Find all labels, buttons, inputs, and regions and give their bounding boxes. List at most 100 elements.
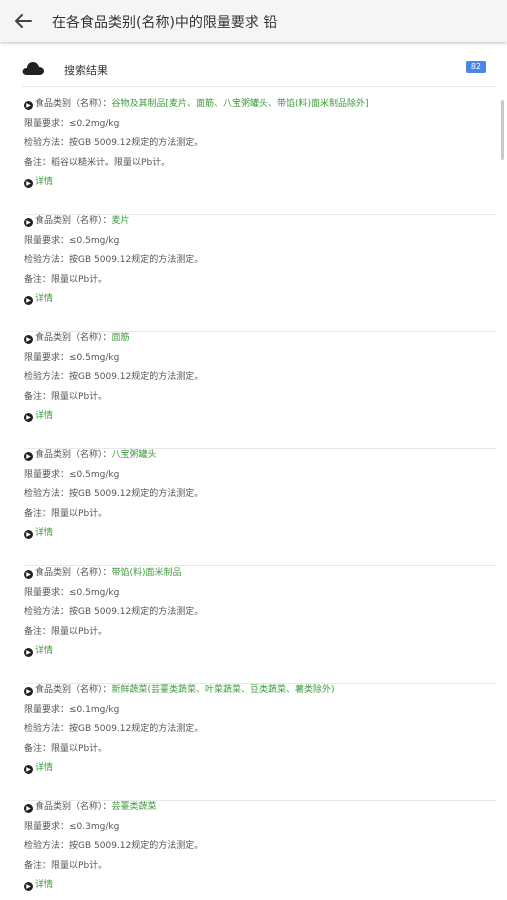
- note-line: 备注：限量以Pb计。: [24, 273, 107, 287]
- method-label: 检验方法：: [24, 724, 70, 734]
- limit-line: 限量要求：≤0.3mg/kg: [24, 820, 119, 834]
- info-bullet-icon: ▶: [24, 687, 33, 696]
- method-value: 按GB 5009.12规定的方法测定。: [69, 724, 204, 734]
- results-label: 搜索结果: [64, 64, 108, 77]
- detail-label: 详情: [35, 763, 54, 773]
- category-value: 面筋: [111, 333, 130, 343]
- note-label: 备注：: [24, 275, 52, 285]
- note-value: 限量以Pb计。: [51, 744, 108, 754]
- info-bullet-icon: ▶: [24, 335, 33, 344]
- category-label: 食品类别（名称）：: [35, 99, 112, 109]
- method-label: 检验方法：: [24, 138, 70, 148]
- limit-value: ≤0.5mg/kg: [69, 588, 120, 598]
- back-arrow-icon: [15, 14, 32, 28]
- detail-link[interactable]: ▶ 详情: [24, 761, 53, 775]
- note-value: 限量以Pb计。: [51, 392, 108, 402]
- category-label: 食品类别（名称）：: [35, 568, 112, 578]
- note-line: 备注：限量以Pb计。: [24, 742, 107, 756]
- detail-link[interactable]: ▶ 详情: [24, 526, 53, 540]
- detail-label: 详情: [35, 294, 54, 304]
- category-line: ▶ 食品类别（名称）：新鲜蔬菜(芸薹类蔬菜、叶菜蔬菜、豆类蔬菜、薯类除外): [24, 683, 335, 697]
- method-value: 按GB 5009.12规定的方法测定。: [69, 372, 204, 382]
- limit-value: ≤0.5mg/kg: [69, 236, 120, 246]
- expand-icon: ▶: [24, 882, 33, 891]
- limit-label: 限量要求：: [24, 705, 70, 715]
- detail-label: 详情: [35, 646, 54, 656]
- category-line: ▶ 食品类别（名称）：谷物及其制品[麦片、面筋、八宝粥罐头、带馅(料)面米制品除外…: [24, 97, 369, 111]
- list-item: ▶ 食品类别（名称）：谷物及其制品[麦片、面筋、八宝粥罐头、带馅(料)面米制品除外…: [24, 97, 496, 215]
- method-line: 检验方法：按GB 5009.12规定的方法测定。: [24, 487, 203, 501]
- list-item: ▶ 食品类别（名称）：麦片 限量要求：≤0.5mg/kg 检验方法：按GB 500…: [24, 214, 496, 332]
- detail-link[interactable]: ▶ 详情: [24, 644, 53, 658]
- category-value: 八宝粥罐头: [111, 450, 157, 460]
- method-line: 检验方法：按GB 5009.12规定的方法测定。: [24, 722, 203, 736]
- detail-label: 详情: [35, 880, 54, 890]
- method-line: 检验方法：按GB 5009.12规定的方法测定。: [24, 839, 203, 853]
- method-line: 检验方法：按GB 5009.12规定的方法测定。: [24, 253, 203, 267]
- limit-label: 限量要求：: [24, 470, 70, 480]
- detail-link[interactable]: ▶ 详情: [24, 175, 53, 189]
- list-item: ▶ 食品类别（名称）：带馅(料)面米制品 限量要求：≤0.5mg/kg 检验方法：…: [24, 566, 496, 684]
- method-label: 检验方法：: [24, 489, 70, 499]
- detail-link[interactable]: ▶ 详情: [24, 292, 53, 306]
- limit-line: 限量要求：≤0.5mg/kg: [24, 234, 119, 248]
- note-line: 备注：限量以Pb计。: [24, 507, 107, 521]
- info-bullet-icon: ▶: [24, 452, 33, 461]
- category-line: ▶ 食品类别（名称）：带馅(料)面米制品: [24, 566, 182, 580]
- limit-line: 限量要求：≤0.2mg/kg: [24, 117, 119, 131]
- info-bullet-icon: ▶: [24, 218, 33, 227]
- note-value: 限量以Pb计。: [51, 275, 108, 285]
- expand-icon: ▶: [24, 413, 33, 422]
- detail-link[interactable]: ▶ 详情: [24, 878, 53, 892]
- list-item: ▶ 食品类别（名称）：面筋 限量要求：≤0.5mg/kg 检验方法：按GB 500…: [24, 331, 496, 449]
- category-line: ▶ 食品类别（名称）：八宝粥罐头: [24, 448, 157, 462]
- note-label: 备注：: [24, 861, 52, 871]
- method-label: 检验方法：: [24, 372, 70, 382]
- category-line: ▶ 食品类别（名称）：面筋: [24, 331, 130, 345]
- scrollbar[interactable]: [501, 100, 504, 160]
- category-value: 谷物及其制品[麦片、面筋、八宝粥罐头、带馅(料)面米制品除外]: [111, 99, 369, 109]
- limit-line: 限量要求：≤0.5mg/kg: [24, 468, 119, 482]
- category-line: ▶ 食品类别（名称）：芸薹类蔬菜: [24, 800, 157, 814]
- detail-label: 详情: [35, 528, 54, 538]
- note-line: 备注：限量以Pb计。: [24, 390, 107, 404]
- expand-icon: ▶: [24, 530, 33, 539]
- cloud-icon: [22, 62, 44, 75]
- limit-label: 限量要求：: [24, 353, 70, 363]
- category-label: 食品类别（名称）：: [35, 450, 112, 460]
- limit-value: ≤0.2mg/kg: [69, 119, 120, 129]
- results-header: 搜索结果 82: [22, 52, 496, 87]
- limit-label: 限量要求：: [24, 119, 70, 129]
- limit-value: ≤0.1mg/kg: [69, 705, 120, 715]
- method-line: 检验方法：按GB 5009.12规定的方法测定。: [24, 136, 203, 150]
- note-label: 备注：: [24, 744, 52, 754]
- note-line: 备注：限量以Pb计。: [24, 625, 107, 639]
- method-value: 按GB 5009.12规定的方法测定。: [69, 841, 204, 851]
- list-item: ▶ 食品类别（名称）：新鲜蔬菜(芸薹类蔬菜、叶菜蔬菜、豆类蔬菜、薯类除外) 限量要…: [24, 683, 496, 801]
- info-bullet-icon: ▶: [24, 101, 33, 110]
- note-value: 限量以Pb计。: [51, 509, 108, 519]
- method-value: 按GB 5009.12规定的方法测定。: [69, 255, 204, 265]
- page-title: 在各食品类别(名称)中的限量要求 铅: [52, 15, 278, 31]
- method-label: 检验方法：: [24, 607, 70, 617]
- results-list[interactable]: 搜索结果 82 ▶ 食品类别（名称）：谷物及其制品[麦片、面筋、八宝粥罐头、带馅(…: [0, 42, 507, 900]
- info-bullet-icon: ▶: [24, 804, 33, 813]
- app-bar: 在各食品类别(名称)中的限量要求 铅: [0, 0, 507, 42]
- method-value: 按GB 5009.12规定的方法测定。: [69, 489, 204, 499]
- method-label: 检验方法：: [24, 841, 70, 851]
- limit-line: 限量要求：≤0.1mg/kg: [24, 703, 119, 717]
- back-button[interactable]: [12, 11, 34, 31]
- limit-label: 限量要求：: [24, 588, 70, 598]
- info-bullet-icon: ▶: [24, 570, 33, 579]
- limit-label: 限量要求：: [24, 822, 70, 832]
- detail-link[interactable]: ▶ 详情: [24, 409, 53, 423]
- list-item: ▶ 食品类别（名称）：芸薹类蔬菜 限量要求：≤0.3mg/kg 检验方法：按GB …: [24, 800, 496, 900]
- category-value: 芸薹类蔬菜: [111, 802, 157, 812]
- list-item: ▶ 食品类别（名称）：八宝粥罐头 限量要求：≤0.5mg/kg 检验方法：按GB …: [24, 448, 496, 566]
- expand-icon: ▶: [24, 296, 33, 305]
- note-value: 限量以Pb计。: [51, 627, 108, 637]
- category-label: 食品类别（名称）：: [35, 216, 112, 226]
- note-line: 备注：稻谷以糙米计。限量以Pb计。: [24, 156, 170, 170]
- note-label: 备注：: [24, 392, 52, 402]
- category-value: 带馅(料)面米制品: [111, 568, 182, 578]
